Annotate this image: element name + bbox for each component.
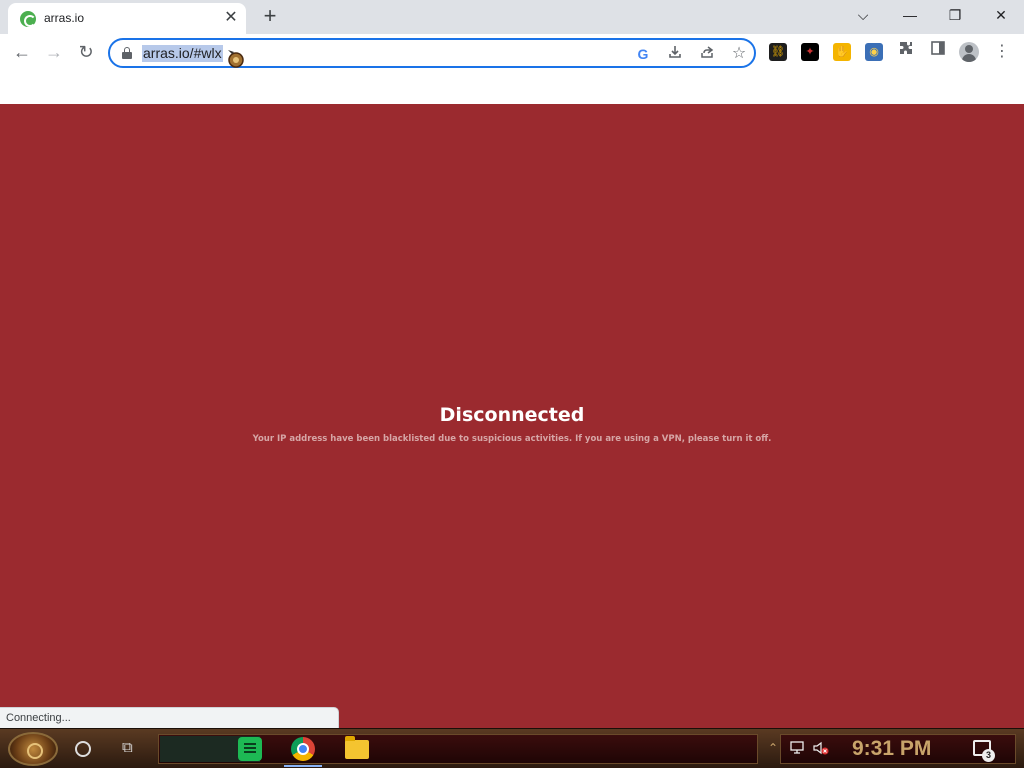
forward-button[interactable]: → xyxy=(40,38,68,66)
share-icon[interactable] xyxy=(696,44,718,64)
bookmark-star-icon[interactable]: ☆ xyxy=(728,44,750,64)
cortana-search-icon[interactable] xyxy=(75,741,91,757)
tab-strip: arras.io ✕ + ⌵ — ❐ ✕ xyxy=(0,0,1024,34)
windows-taskbar: ⧉ ⌃ 9:31 PM 3 xyxy=(0,728,1024,768)
restore-button[interactable]: ❐ xyxy=(940,4,970,26)
close-window-button[interactable]: ✕ xyxy=(986,4,1016,26)
address-bar[interactable]: arras.io/#wlx G ☆ xyxy=(108,38,756,68)
page-top-gap xyxy=(0,72,1024,104)
chrome-menu-button[interactable]: ⋮ xyxy=(989,38,1015,66)
url-text[interactable]: arras.io/#wlx xyxy=(142,45,223,62)
profile-icon[interactable] xyxy=(959,42,979,62)
notes-app-icon[interactable] xyxy=(238,737,262,761)
arras-favicon-icon xyxy=(20,11,36,27)
task-view-icon[interactable]: ⧉ xyxy=(122,739,140,757)
disconnected-title: Disconnected xyxy=(439,404,585,426)
minimize-button[interactable]: — xyxy=(895,4,925,26)
new-tab-button[interactable]: + xyxy=(258,5,282,29)
taskbar-clock[interactable]: 9:31 PM xyxy=(852,737,931,761)
tab-arras[interactable]: arras.io ✕ xyxy=(8,3,246,34)
start-button[interactable] xyxy=(8,732,58,766)
hand-extension-icon[interactable]: ✋ xyxy=(833,43,851,61)
globe-extension-icon[interactable]: ◉ xyxy=(865,43,883,61)
reload-button[interactable]: ↻ xyxy=(72,38,100,66)
chrome-active-indicator xyxy=(284,765,322,767)
disconnected-message: Your IP address have been blacklisted du… xyxy=(252,434,772,444)
status-bubble: Connecting... xyxy=(0,707,339,728)
browser-toolbar: ← → ↻ arras.io/#wlx G ☆ ⛓ ✦ ✋ ◉ ⋮ xyxy=(0,34,1024,72)
google-lens-icon[interactable]: G xyxy=(632,44,654,64)
back-button[interactable]: ← xyxy=(8,38,36,66)
tray-overflow-icon[interactable]: ⌃ xyxy=(766,741,780,755)
tab-close-icon[interactable]: ✕ xyxy=(222,9,240,27)
tab-title: arras.io xyxy=(44,11,85,25)
side-panel-icon[interactable] xyxy=(925,38,951,66)
puzzle-icon[interactable] xyxy=(893,38,919,66)
install-icon[interactable] xyxy=(664,44,686,64)
game-canvas[interactable]: Disconnected Your IP address have been b… xyxy=(0,104,1024,728)
network-icon[interactable] xyxy=(790,741,804,755)
volume-muted-icon[interactable] xyxy=(813,741,829,755)
link-extension-icon[interactable]: ⛓ xyxy=(769,43,787,61)
file-explorer-icon[interactable] xyxy=(345,736,369,759)
chrome-icon[interactable] xyxy=(291,737,315,761)
dark-extension-icon[interactable]: ✦ xyxy=(801,43,819,61)
notification-count-badge: 3 xyxy=(982,749,995,762)
mouse-cursor-icon xyxy=(228,50,244,68)
lock-icon[interactable] xyxy=(122,47,132,59)
tab-search-button[interactable]: ⌵ xyxy=(848,4,878,26)
